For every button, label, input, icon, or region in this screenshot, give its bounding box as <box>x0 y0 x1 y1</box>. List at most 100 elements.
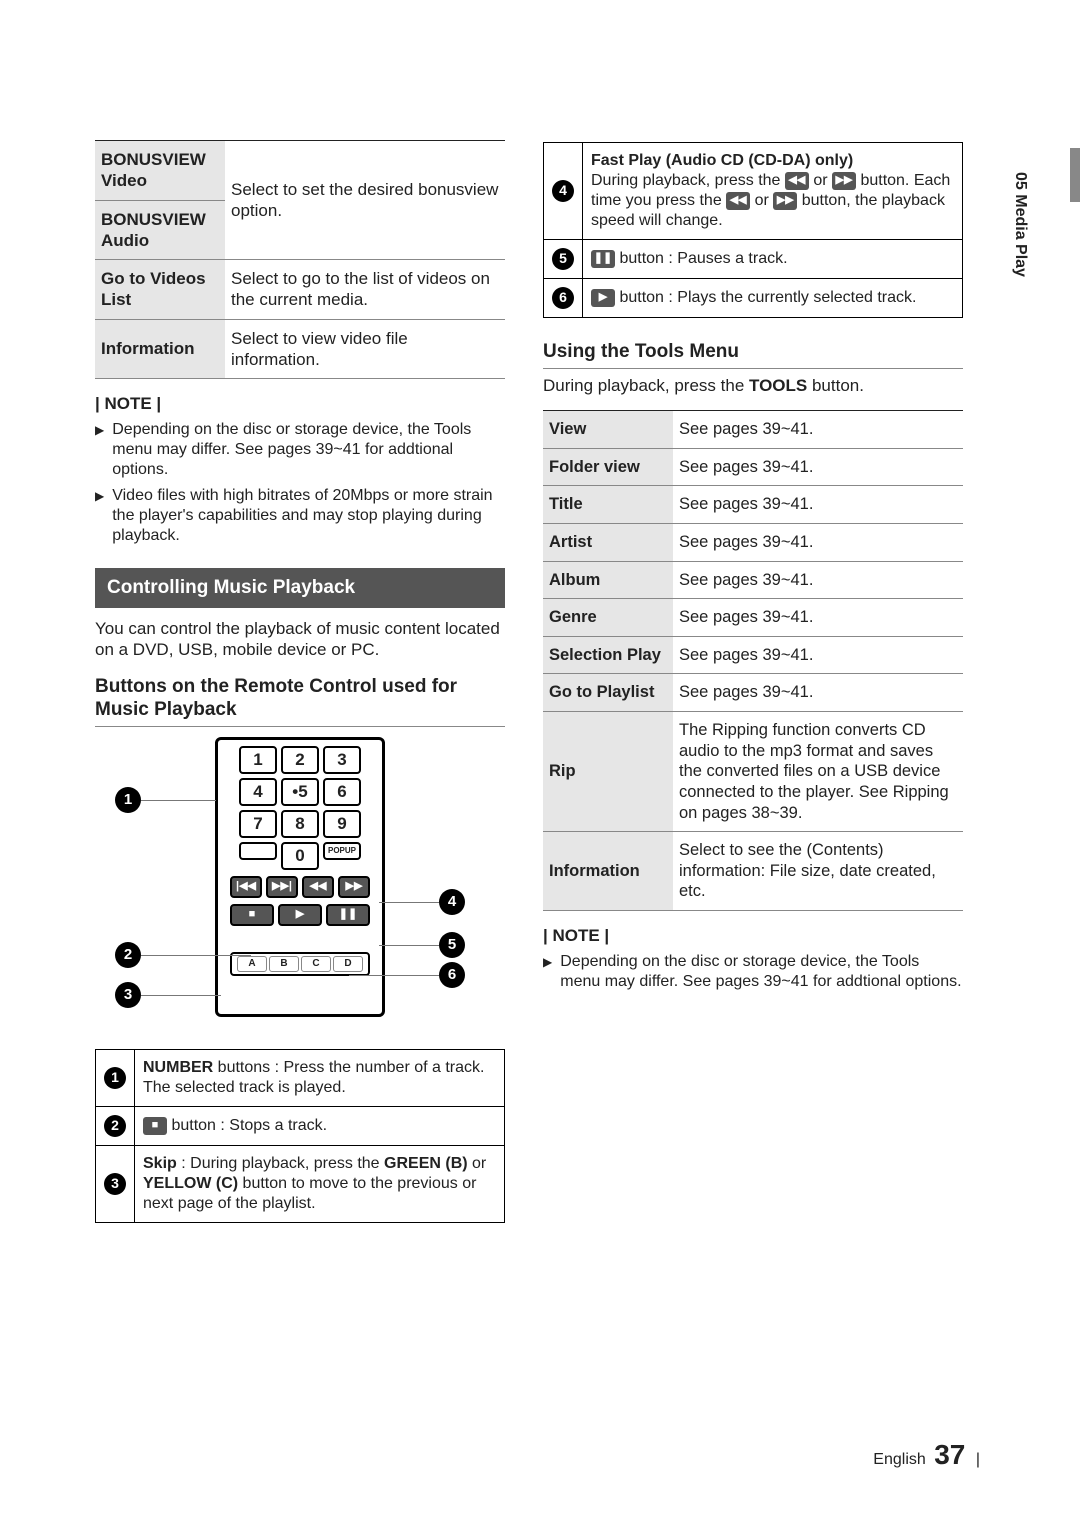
table-row: Go to PlaylistSee pages 39~41. <box>543 674 963 712</box>
tools-heading: Using the Tools Menu <box>543 340 963 369</box>
bullet-icon: ▶ <box>95 420 104 480</box>
cell-label: Go to Videos List <box>95 260 225 320</box>
note-heading: | NOTE | <box>543 925 963 946</box>
cell-desc: Select to view video file information. <box>225 319 505 379</box>
cell-desc: See pages 39~41. <box>673 448 963 486</box>
table-row: 1 NUMBER buttons : Press the number of a… <box>96 1050 505 1107</box>
cell-desc: See pages 39~41. <box>673 674 963 712</box>
play-icon: ▶ <box>278 904 322 926</box>
table-row: TitleSee pages 39~41. <box>543 486 963 524</box>
remote-desc-table: 1 NUMBER buttons : Press the number of a… <box>95 1049 505 1223</box>
cell-callout: 6 <box>544 279 583 318</box>
table-row: AlbumSee pages 39~41. <box>543 561 963 599</box>
note-text: Depending on the disc or storage device,… <box>112 420 505 480</box>
intro-paragraph: You can control the playback of music co… <box>95 618 505 661</box>
table-row: Selection PlaySee pages 39~41. <box>543 636 963 674</box>
remote-key-a: A <box>237 956 267 972</box>
callout-4: 4 <box>439 889 465 915</box>
remote-numpad-key: 1 <box>239 746 277 774</box>
page: BONUSVIEW Video Select to set the desire… <box>0 0 1080 1283</box>
cell-label: Title <box>543 486 673 524</box>
remote-numpad-zero: 0 <box>281 842 319 870</box>
table-row: 6 ▶ button : Plays the currently selecte… <box>544 279 963 318</box>
stop-icon: ■ <box>230 904 274 926</box>
bullet-icon: ▶ <box>543 952 552 992</box>
cell-callout: 4 <box>544 143 583 240</box>
sub-heading: Buttons on the Remote Control used for M… <box>95 675 505 728</box>
remote-numpad-key: 9 <box>323 810 361 838</box>
cell-desc: See pages 39~41. <box>673 486 963 524</box>
stop-icon: ■ <box>143 1117 167 1135</box>
table-row: InformationSelect to see the (Contents) … <box>543 832 963 911</box>
remote-key-c: C <box>301 956 331 972</box>
remote-numpad-key: 8 <box>281 810 319 838</box>
table-row: Information Select to view video file in… <box>95 319 505 379</box>
cell-desc: See pages 39~41. <box>673 636 963 674</box>
tools-menu-table: ViewSee pages 39~41. Folder viewSee page… <box>543 410 963 911</box>
next-track-icon: ▶▶| <box>266 876 298 898</box>
chapter-side-tab: 05 Media Play <box>1010 172 1030 277</box>
accent-strip <box>1070 148 1080 202</box>
remote-key-b: B <box>269 956 299 972</box>
remote-desc-table-cont: 4 Fast Play (Audio CD (CD-DA) only) Duri… <box>543 142 963 318</box>
left-column: BONUSVIEW Video Select to set the desire… <box>95 140 505 1223</box>
remote-diagram: 1 2 3 4 •5 6 7 8 9 0 POPUP <box>95 737 505 1037</box>
remote-numpad-key: 4 <box>239 778 277 806</box>
cell-desc: See pages 39~41. <box>673 523 963 561</box>
fast-forward-icon: ▶▶ <box>773 192 797 210</box>
cell-callout: 1 <box>96 1050 135 1107</box>
cell-desc: Select to see the (Contents) information… <box>673 832 963 911</box>
bullet-icon: ▶ <box>95 486 104 546</box>
table-row: BONUSVIEW Video Select to set the desire… <box>95 141 505 201</box>
page-footer: English 37 | <box>873 1437 980 1472</box>
page-number: 37 <box>934 1439 965 1470</box>
note-text: Depending on the disc or storage device,… <box>560 952 963 992</box>
cell-desc: See pages 39~41. <box>673 561 963 599</box>
remote-key-blank <box>239 842 277 860</box>
bonusview-table: BONUSVIEW Video Select to set the desire… <box>95 140 505 379</box>
cell-label: Artist <box>543 523 673 561</box>
section-heading-band: Controlling Music Playback <box>95 568 505 608</box>
table-row: 5 ❚❚ button : Pauses a track. <box>544 240 963 279</box>
table-row: ArtistSee pages 39~41. <box>543 523 963 561</box>
tools-intro: During playback, press the TOOLS button. <box>543 375 963 396</box>
cell-label: BONUSVIEW Video <box>95 141 225 201</box>
callout-3: 3 <box>115 982 141 1008</box>
cell-label: Information <box>95 319 225 379</box>
cell-label: Folder view <box>543 448 673 486</box>
cell-desc: NUMBER buttons : Press the number of a t… <box>135 1050 505 1107</box>
cell-label: Information <box>543 832 673 911</box>
cell-label: BONUSVIEW Audio <box>95 200 225 260</box>
callout-5: 5 <box>439 932 465 958</box>
cell-label: Genre <box>543 599 673 637</box>
prev-track-icon: |◀◀ <box>230 876 262 898</box>
cell-desc: Select to set the desired bonusview opti… <box>225 141 505 260</box>
play-icon: ▶ <box>591 289 615 307</box>
footer-divider: | <box>976 1451 980 1468</box>
rewind-icon: ◀◀ <box>302 876 334 898</box>
fast-forward-icon: ▶▶ <box>832 172 856 190</box>
rewind-icon: ◀◀ <box>785 172 809 190</box>
table-row: Go to Videos List Select to go to the li… <box>95 260 505 320</box>
remote-numpad-key: 6 <box>323 778 361 806</box>
note-item: ▶ Video files with high bitrates of 20Mb… <box>95 486 505 546</box>
table-row: Folder viewSee pages 39~41. <box>543 448 963 486</box>
remote-numpad-key: 7 <box>239 810 277 838</box>
remote-numpad-key: 2 <box>281 746 319 774</box>
right-column: 4 Fast Play (Audio CD (CD-DA) only) Duri… <box>543 140 963 1223</box>
rewind-icon: ◀◀ <box>726 192 750 210</box>
cell-label: View <box>543 411 673 449</box>
cell-callout: 3 <box>96 1146 135 1223</box>
table-row: RipThe Ripping function converts CD audi… <box>543 712 963 832</box>
table-row: 2 ■ button : Stops a track. <box>96 1107 505 1146</box>
remote-popup-key: POPUP <box>323 842 361 860</box>
cell-label: Selection Play <box>543 636 673 674</box>
cell-desc: See pages 39~41. <box>673 599 963 637</box>
callout-6: 6 <box>439 962 465 988</box>
fast-forward-icon: ▶▶ <box>338 876 370 898</box>
cell-callout: 2 <box>96 1107 135 1146</box>
table-row: 4 Fast Play (Audio CD (CD-DA) only) Duri… <box>544 143 963 240</box>
table-row: ViewSee pages 39~41. <box>543 411 963 449</box>
cell-desc: ❚❚ button : Pauses a track. <box>583 240 963 279</box>
pause-icon: ❚❚ <box>591 250 615 268</box>
